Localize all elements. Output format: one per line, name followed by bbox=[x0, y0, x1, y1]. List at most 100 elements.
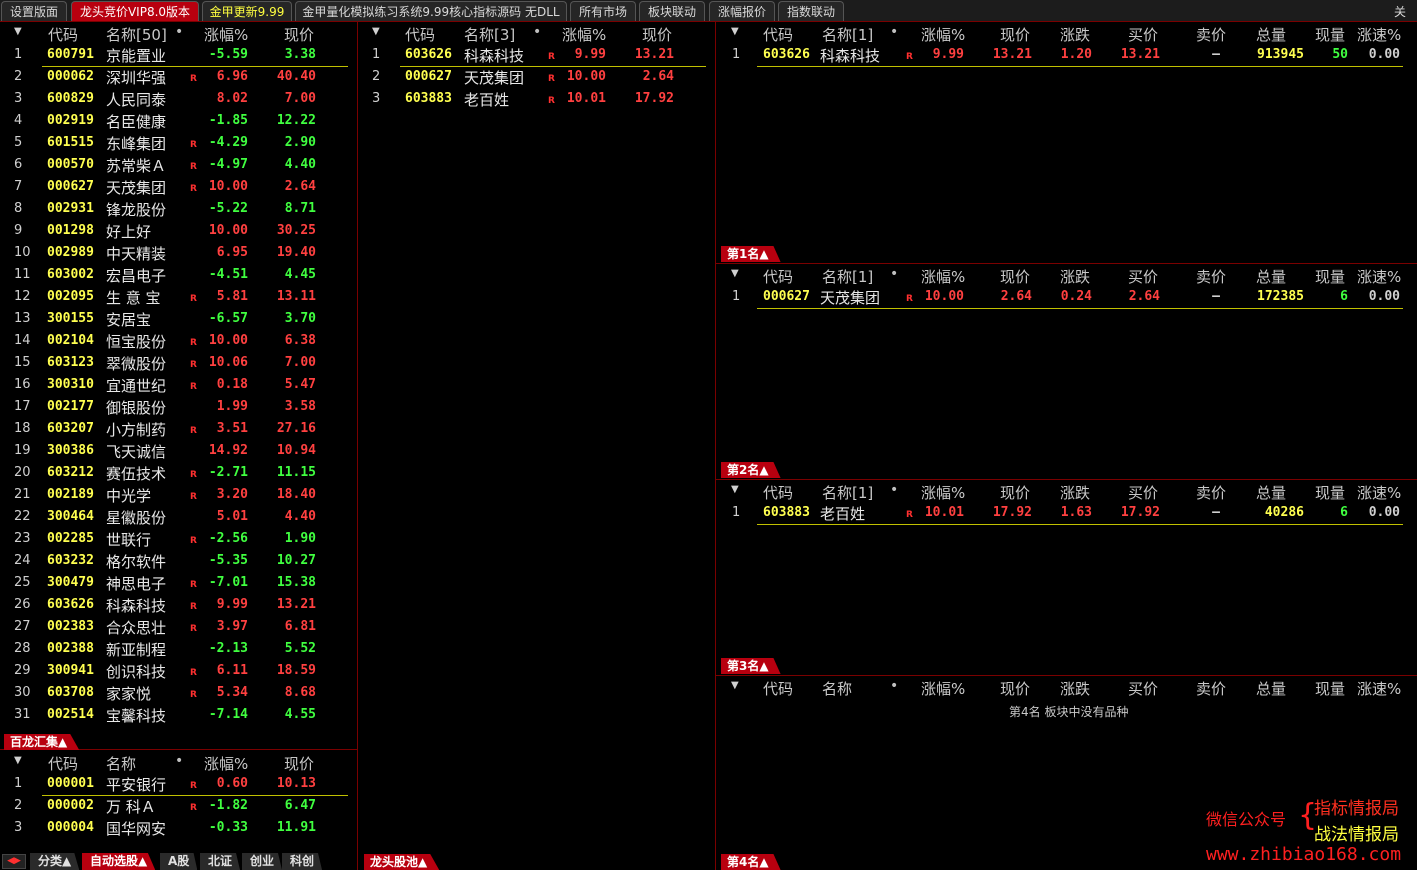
table-row[interactable]: 23 002285 世联行 R -2.56 1.90 bbox=[0, 528, 357, 550]
column-header-name[interactable]: 名称[50] bbox=[106, 24, 167, 45]
column-header-price[interactable]: 现价 bbox=[1000, 482, 1030, 503]
rank-1-tag[interactable]: 第1名▲ bbox=[721, 246, 781, 262]
column-header-change[interactable]: 涨跌 bbox=[1060, 24, 1090, 45]
table-row[interactable]: 14 002104 恒宝股份 R 10.00 6.38 bbox=[0, 330, 357, 352]
table-row[interactable]: 24 603232 格尔软件 -5.35 10.27 bbox=[0, 550, 357, 572]
table-row[interactable]: 10 002989 中天精装 6.95 19.40 bbox=[0, 242, 357, 264]
column-header-code[interactable]: 代码 bbox=[763, 24, 793, 45]
tab-a-shares[interactable]: A股 bbox=[160, 853, 198, 870]
column-header-name[interactable]: 名称 bbox=[822, 678, 852, 699]
tab-chinext[interactable]: 创业 bbox=[242, 853, 283, 870]
table-row[interactable]: 18 603207 小方制药 R 3.51 27.16 bbox=[0, 418, 357, 440]
column-header-code[interactable]: 代码 bbox=[48, 24, 78, 45]
table-row[interactable]: 3 000004 国华网安 -0.33 11.91 bbox=[0, 817, 357, 839]
column-header-name[interactable]: 名称[1] bbox=[822, 24, 873, 45]
column-header-code[interactable]: 代码 bbox=[48, 753, 78, 774]
table-row[interactable]: 2 000002 万 科Ａ R -1.82 6.47 bbox=[0, 795, 357, 817]
sort-triangle-icon[interactable]: ▼ bbox=[731, 484, 739, 495]
column-header-price[interactable]: 现价 bbox=[1000, 678, 1030, 699]
tab-category[interactable]: 分类▲ bbox=[30, 853, 80, 870]
table-row[interactable]: 5 601515 东峰集团 R -4.29 2.90 bbox=[0, 132, 357, 154]
column-header-volume[interactable]: 总量 bbox=[1256, 266, 1286, 287]
column-header-ask[interactable]: 卖价 bbox=[1196, 266, 1226, 287]
table-row[interactable]: 1 600791 京能置业 -5.59 3.38 bbox=[0, 44, 357, 66]
rank-3-tag[interactable]: 第3名▲ bbox=[721, 658, 781, 674]
column-header-current-volume[interactable]: 现量 bbox=[1315, 266, 1345, 287]
column-header-price[interactable]: 现价 bbox=[284, 753, 314, 774]
sort-triangle-icon[interactable]: ▼ bbox=[14, 26, 22, 37]
column-header-speed[interactable]: 涨速% bbox=[1357, 678, 1401, 699]
table-row[interactable]: 11 603002 宏昌电子 -4.51 4.45 bbox=[0, 264, 357, 286]
table-row[interactable]: 19 300386 飞天诚信 14.92 10.94 bbox=[0, 440, 357, 462]
column-header-volume[interactable]: 总量 bbox=[1256, 24, 1286, 45]
column-header-ask[interactable]: 卖价 bbox=[1196, 678, 1226, 699]
column-header-change-pct[interactable]: 涨幅% bbox=[562, 24, 606, 45]
column-header-name[interactable]: 名称[3] bbox=[464, 24, 515, 45]
column-header-change-pct[interactable]: 涨幅% bbox=[921, 266, 965, 287]
table-row[interactable]: 29 300941 创识科技 R 6.11 18.59 bbox=[0, 660, 357, 682]
tab-auto-select[interactable]: 自动选股▲ bbox=[82, 853, 156, 870]
column-header-code[interactable]: 代码 bbox=[763, 678, 793, 699]
sort-triangle-icon[interactable]: ▼ bbox=[731, 26, 739, 37]
scroll-arrows-icon[interactable]: ◀▶ bbox=[2, 854, 26, 869]
dragon-pool-tag[interactable]: 龙头股池▲ bbox=[364, 854, 440, 870]
column-header-change-pct[interactable]: 涨幅% bbox=[204, 753, 248, 774]
column-header-bid[interactable]: 买价 bbox=[1128, 482, 1158, 503]
tab-beijing[interactable]: 北证 bbox=[200, 853, 241, 870]
column-header-price[interactable]: 现价 bbox=[642, 24, 672, 45]
tab-layout-settings[interactable]: 设置版面 bbox=[1, 1, 67, 21]
table-row[interactable]: 22 300464 星徽股份 5.01 4.40 bbox=[0, 506, 357, 528]
table-row[interactable]: 6 000570 苏常柴Ａ R -4.97 4.40 bbox=[0, 154, 357, 176]
column-header-speed[interactable]: 涨速% bbox=[1357, 482, 1401, 503]
column-header-change-pct[interactable]: 涨幅% bbox=[204, 24, 248, 45]
sort-triangle-icon[interactable]: ▼ bbox=[731, 680, 739, 691]
column-header-name[interactable]: 名称[1] bbox=[822, 266, 873, 287]
column-header-code[interactable]: 代码 bbox=[763, 482, 793, 503]
tab-all-markets[interactable]: 所有市场 bbox=[570, 1, 636, 21]
column-header-bid[interactable]: 买价 bbox=[1128, 24, 1158, 45]
table-row[interactable]: 1 000627 天茂集团 R 10.00 2.64 0.24 2.64—172385 6 0.0… bbox=[716, 286, 1417, 308]
sort-triangle-icon[interactable]: ▼ bbox=[14, 755, 22, 766]
column-header-bid[interactable]: 买价 bbox=[1128, 678, 1158, 699]
table-row[interactable]: 4 002919 名臣健康 -1.85 12.22 bbox=[0, 110, 357, 132]
column-header-volume[interactable]: 总量 bbox=[1256, 678, 1286, 699]
sort-triangle-icon[interactable]: ▼ bbox=[372, 26, 380, 37]
column-header-change-pct[interactable]: 涨幅% bbox=[921, 678, 965, 699]
tab-star-market[interactable]: 科创 bbox=[282, 853, 323, 870]
table-row[interactable]: 20 603212 赛伍技术 R -2.71 11.15 bbox=[0, 462, 357, 484]
column-header-current-volume[interactable]: 现量 bbox=[1315, 678, 1345, 699]
table-row[interactable]: 7 000627 天茂集团 R 10.00 2.64 bbox=[0, 176, 357, 198]
column-header-name[interactable]: 名称[1] bbox=[822, 482, 873, 503]
column-header-price[interactable]: 现价 bbox=[284, 24, 314, 45]
hundred-dragon-tag[interactable]: 百龙汇集▲ bbox=[4, 734, 80, 750]
column-header-change-pct[interactable]: 涨幅% bbox=[921, 24, 965, 45]
column-header-change[interactable]: 涨跌 bbox=[1060, 482, 1090, 503]
column-header-code[interactable]: 代码 bbox=[763, 266, 793, 287]
column-header-price[interactable]: 现价 bbox=[1000, 266, 1030, 287]
table-row[interactable]: 2 000062 深圳华强 R 6.96 40.40 bbox=[0, 66, 357, 88]
table-row[interactable]: 3 603883 老百姓 R 10.01 17.92 bbox=[358, 88, 715, 110]
table-row[interactable]: 12 002095 生 意 宝 R 5.81 13.11 bbox=[0, 286, 357, 308]
table-row[interactable]: 9 001298 好上好 10.00 30.25 bbox=[0, 220, 357, 242]
column-header-name[interactable]: 名称 bbox=[106, 753, 136, 774]
tab-jinjia-update[interactable]: 金甲更新9.99 bbox=[202, 1, 292, 21]
rank-4-tag[interactable]: 第4名▲ bbox=[721, 854, 781, 870]
table-row[interactable]: 30 603708 家家悦 R 5.34 8.68 bbox=[0, 682, 357, 704]
table-row[interactable]: 1 603883 老百姓 R 10.01 17.92 1.63 17.92—40286 6 0.0… bbox=[716, 502, 1417, 524]
table-row[interactable]: 21 002189 中光学 R 3.20 18.40 bbox=[0, 484, 357, 506]
table-row[interactable]: 13 300155 安居宝 -6.57 3.70 bbox=[0, 308, 357, 330]
column-header-ask[interactable]: 卖价 bbox=[1196, 482, 1226, 503]
column-header-current-volume[interactable]: 现量 bbox=[1315, 24, 1345, 45]
tab-gain-quotes[interactable]: 涨幅报价 bbox=[709, 1, 775, 21]
column-header-change[interactable]: 涨跌 bbox=[1060, 678, 1090, 699]
table-row[interactable]: 25 300479 神思电子 R -7.01 15.38 bbox=[0, 572, 357, 594]
column-header-change[interactable]: 涨跌 bbox=[1060, 266, 1090, 287]
table-row[interactable]: 31 002514 宝馨科技 -7.14 4.55 bbox=[0, 704, 357, 726]
tab-sector-linkage[interactable]: 板块联动 bbox=[639, 1, 705, 21]
table-row[interactable]: 26 603626 科森科技 R 9.99 13.21 bbox=[0, 594, 357, 616]
column-header-current-volume[interactable]: 现量 bbox=[1315, 482, 1345, 503]
table-row[interactable]: 27 002383 合众思壮 R 3.97 6.81 bbox=[0, 616, 357, 638]
column-header-ask[interactable]: 卖价 bbox=[1196, 24, 1226, 45]
column-header-speed[interactable]: 涨速% bbox=[1357, 24, 1401, 45]
table-row[interactable]: 17 002177 御银股份 1.99 3.58 bbox=[0, 396, 357, 418]
